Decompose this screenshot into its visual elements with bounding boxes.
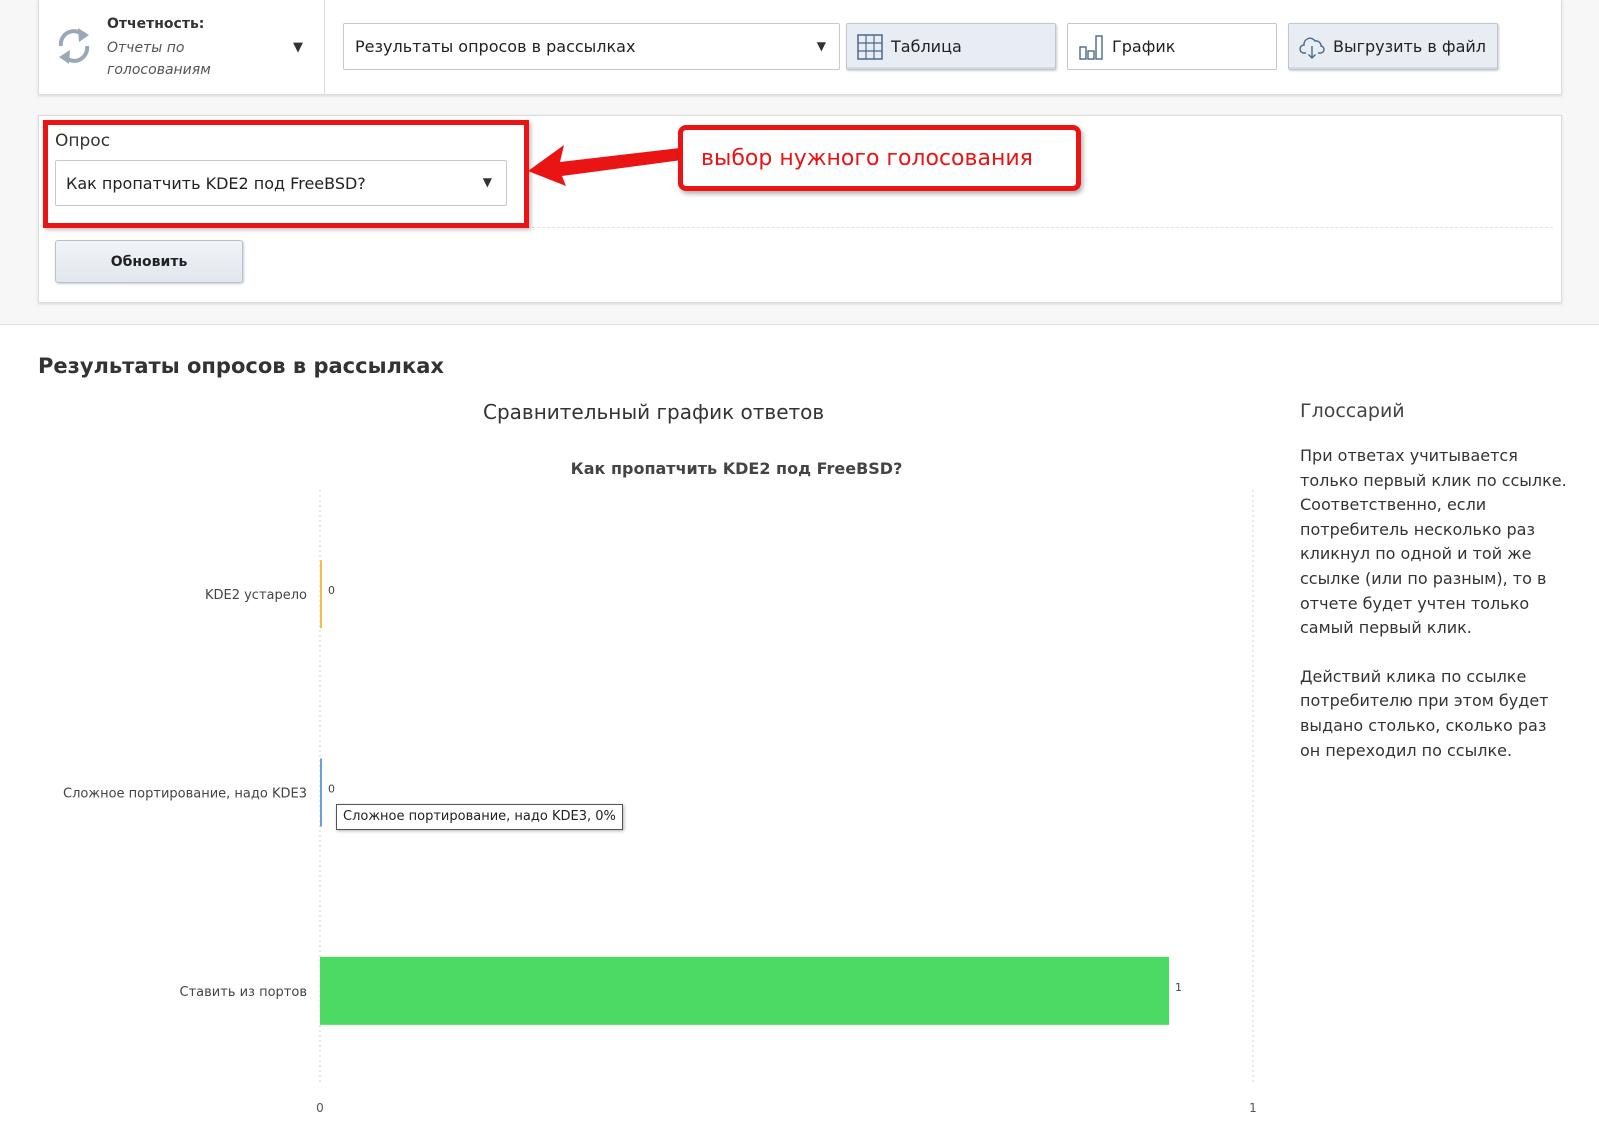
glossary-paragraph: Действий клика по ссылке потребителю при… bbox=[1300, 666, 1549, 760]
x-tick-label: 1 bbox=[1249, 1101, 1257, 1115]
table-grid-icon bbox=[857, 34, 883, 60]
top-area: Отчетность: Отчеты по голосованиям ▼ Рез… bbox=[0, 0, 1599, 325]
category-label: Сложное портирование, надо KDE3 bbox=[63, 787, 307, 802]
reports-heading: Отчетность: bbox=[107, 16, 205, 32]
chart-bar bbox=[320, 560, 322, 629]
panel-divider bbox=[527, 227, 1553, 228]
refresh-arrows-icon bbox=[58, 28, 90, 64]
bar-chart-icon bbox=[1079, 35, 1103, 60]
poll-label: Опрос bbox=[55, 131, 111, 151]
export-file-label: Выгрузить в файл bbox=[1333, 37, 1487, 56]
chart-tooltip: Сложное портирование, надо KDE3, 0% bbox=[336, 804, 623, 830]
chart-view-label: График bbox=[1112, 37, 1176, 56]
chart-title: Как пропатчить KDE2 под FreeBSD? bbox=[571, 459, 903, 478]
reports-selector[interactable]: Отчетность: Отчеты по голосованиям ▼ bbox=[39, 0, 325, 94]
category-label: KDE2 устарело bbox=[205, 588, 307, 603]
poll-select-value: Как пропатчить KDE2 под FreeBSD? bbox=[66, 174, 366, 193]
data-label: 0 bbox=[328, 584, 335, 597]
report-type-select[interactable]: Результаты опросов в рассылках ▼ bbox=[343, 23, 840, 70]
toolbar: Отчетность: Отчеты по голосованиям ▼ Рез… bbox=[38, 0, 1562, 95]
annotation-callout: выбор нужного голосования bbox=[678, 125, 1081, 191]
poll-select[interactable]: Как пропатчить KDE2 под FreeBSD? ▼ bbox=[55, 160, 507, 206]
caret-down-icon: ▼ bbox=[816, 39, 826, 53]
report-type-value: Результаты опросов в рассылках bbox=[355, 37, 636, 56]
category-label: Ставить из портов bbox=[180, 985, 307, 1000]
glossary-text: При ответах учитывается только первый кл… bbox=[1300, 444, 1568, 763]
table-view-label: Таблица bbox=[891, 37, 962, 56]
export-file-button[interactable]: Выгрузить в файл bbox=[1288, 23, 1498, 70]
data-label: 1 bbox=[1175, 981, 1182, 994]
section-title: Результаты опросов в рассылках bbox=[38, 354, 444, 378]
chart-bar bbox=[320, 758, 322, 827]
x-tick-label: 0 bbox=[316, 1101, 324, 1115]
chart-bar bbox=[320, 956, 1170, 1025]
caret-down-icon[interactable]: ▼ bbox=[293, 40, 303, 55]
table-view-button[interactable]: Таблица bbox=[846, 23, 1056, 70]
answers-bar-chart: Как пропатчить KDE2 под FreeBSD? 0 1 KDE2 у… bbox=[63, 459, 1257, 1115]
glossary-title: Глоссарий bbox=[1300, 400, 1405, 422]
reports-subtitle: Отчеты по голосованиям bbox=[107, 40, 211, 78]
caret-down-icon: ▼ bbox=[482, 175, 492, 189]
cloud-download-icon bbox=[1299, 37, 1325, 59]
glossary-paragraph: При ответах учитывается только первый кл… bbox=[1300, 446, 1567, 638]
annotation-arrow-icon bbox=[528, 145, 682, 186]
chart-heading: Сравнительный график ответов bbox=[483, 400, 825, 424]
refresh-button[interactable]: Обновить bbox=[55, 240, 243, 283]
annotation-text: выбор нужного голосования bbox=[701, 146, 1033, 171]
data-label: 0 bbox=[328, 783, 335, 796]
chart-view-button[interactable]: График bbox=[1067, 23, 1277, 70]
